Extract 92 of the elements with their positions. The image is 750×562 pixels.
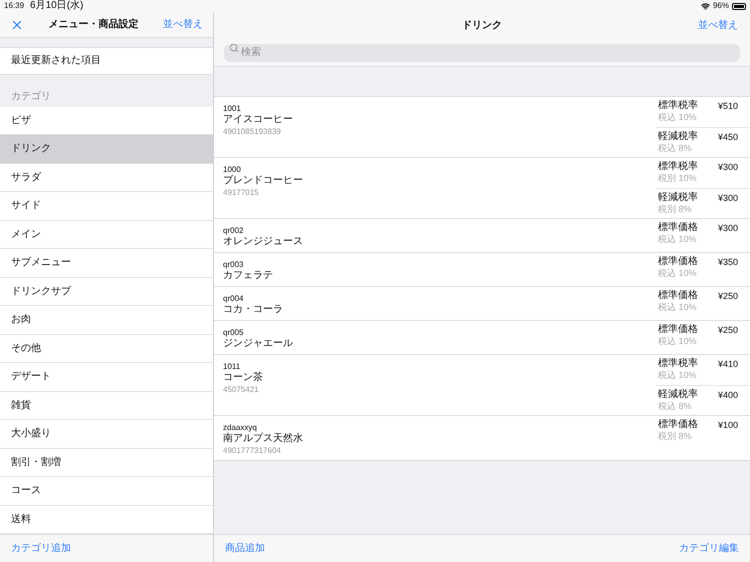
product-code: 1000 xyxy=(223,164,242,174)
tax-note: 税込 8% xyxy=(658,402,692,412)
price: ¥300 xyxy=(718,192,738,205)
recent-items-row[interactable]: 最近更新された項目 xyxy=(0,46,213,74)
product-code: 1011 xyxy=(223,361,242,372)
price: ¥100 xyxy=(718,419,738,432)
battery-percent: 96% xyxy=(712,0,729,12)
price-label: 軽減税率 xyxy=(658,192,698,204)
status-time: 16:39 xyxy=(4,0,24,12)
product-row[interactable]: 1011 コーン茶 45075421 標準税率 税込 10% ¥410 軽減税率 税込 8% ¥400 xyxy=(214,355,750,416)
category-item[interactable]: 雑貨 xyxy=(0,392,213,420)
product-barcode: 45075421 xyxy=(223,384,260,395)
product-name: 南アルプス天然水 xyxy=(223,433,304,445)
category-item[interactable]: サイド xyxy=(0,192,213,220)
product-row[interactable]: 1000 ブレンドコーヒー 49177015 標準税率 税別 10% ¥300 軽減税率 税別 8% ¥300 xyxy=(214,158,750,219)
price-label: 標準税率 xyxy=(658,161,699,173)
product-code: zdaaxxyq xyxy=(223,422,258,432)
tax-note: 税込 10% xyxy=(658,234,697,246)
price: ¥250 xyxy=(718,290,738,303)
tax-note: 税込 10% xyxy=(658,336,697,348)
price: ¥510 xyxy=(718,100,738,113)
tax-note: 税込 10% xyxy=(658,112,697,124)
category-item[interactable]: ドリンク xyxy=(0,135,213,164)
sort-button[interactable]: 並べ替え xyxy=(698,18,738,32)
category-item[interactable]: その他 xyxy=(0,334,213,363)
search-icon xyxy=(229,43,239,53)
price-label: 軽減税率 xyxy=(658,131,698,143)
price: ¥250 xyxy=(718,324,738,337)
wifi-icon xyxy=(700,2,710,10)
category-item[interactable]: ドリンクサブ xyxy=(0,278,213,306)
product-name: コカ・コーラ xyxy=(223,304,284,316)
product-name: コーン茶 xyxy=(223,372,264,384)
product-name: オレンジジュース xyxy=(223,236,304,248)
product-name: ブレンドコーヒー xyxy=(223,175,304,187)
product-name: ジンジャエール xyxy=(223,338,294,350)
category-item[interactable]: メイン xyxy=(0,220,213,249)
price-label: 標準税率 xyxy=(658,358,699,370)
category-item[interactable]: 割引・割増 xyxy=(0,448,213,477)
price: ¥350 xyxy=(718,256,738,269)
product-name: カフェラテ xyxy=(223,270,274,282)
product-row[interactable]: qr003 カフェラテ 標準価格 税込 10% ¥350 xyxy=(214,253,750,287)
category-item[interactable]: ピザ xyxy=(0,106,213,135)
product-barcode: 49177015 xyxy=(223,187,260,198)
product-row[interactable]: 1001 アイスコーヒー 4901085193839 標準税率 税込 10% ¥510 軽減税率 税込 8% ¥450 xyxy=(214,97,750,158)
category-item[interactable]: 大小盛り xyxy=(0,420,213,448)
product-name: アイスコーヒー xyxy=(223,114,294,126)
price: ¥450 xyxy=(718,131,738,144)
add-category-button[interactable]: カテゴリ追加 xyxy=(11,541,71,556)
tax-note: 税込 8% xyxy=(658,144,692,154)
category-item[interactable]: サラダ xyxy=(0,164,213,192)
product-code: qr002 xyxy=(223,225,244,236)
tax-note: 税込 10% xyxy=(658,370,697,382)
product-row[interactable]: qr005 ジンジャエール 標準価格 税込 10% ¥250 xyxy=(214,321,750,355)
section-header: カテゴリ xyxy=(11,90,51,104)
category-item[interactable]: 送料 xyxy=(0,506,213,534)
category-item[interactable]: コース xyxy=(0,477,213,506)
category-item[interactable]: サブメニュー xyxy=(0,249,213,278)
search-field[interactable]: 検索 xyxy=(224,44,740,62)
product-row[interactable]: qr004 コカ・コーラ 標準価格 税込 10% ¥250 xyxy=(214,287,750,321)
price-label: 標準価格 xyxy=(658,222,699,234)
battery-icon xyxy=(732,2,746,10)
status-date: 6月10日(水) xyxy=(30,0,84,12)
tax-note: 税込 10% xyxy=(658,268,697,280)
product-code: 1001 xyxy=(223,103,242,114)
price-label: 標準価格 xyxy=(658,324,699,336)
edit-category-button[interactable]: カテゴリ編集 xyxy=(679,541,739,556)
tax-note: 税込 10% xyxy=(658,302,697,314)
category-item[interactable]: デザート xyxy=(0,363,213,392)
product-code: qr005 xyxy=(223,327,244,338)
add-product-button[interactable]: 商品追加 xyxy=(225,541,265,556)
price: ¥300 xyxy=(718,161,738,174)
product-code: qr004 xyxy=(223,293,244,304)
tax-note: 税別 8% xyxy=(658,432,692,442)
product-row[interactable]: qr002 オレンジジュース 標準価格 税込 10% ¥300 xyxy=(214,219,750,253)
tax-note: 税別 8% xyxy=(658,204,692,216)
price-label: 標準税率 xyxy=(658,100,699,112)
sidebar-title: メニュー・商品設定 xyxy=(48,17,138,32)
sort-button[interactable]: 並べ替え xyxy=(163,17,203,32)
price: ¥400 xyxy=(718,389,738,402)
product-barcode: 4901085193839 xyxy=(223,126,282,137)
tax-note: 税別 10% xyxy=(658,174,697,184)
price-label: 標準価格 xyxy=(658,256,699,268)
product-code: qr003 xyxy=(223,259,244,270)
price: ¥300 xyxy=(718,222,738,235)
category-item[interactable]: お肉 xyxy=(0,306,213,334)
price-label: 標準価格 xyxy=(658,419,698,431)
price-label: 軽減税率 xyxy=(658,389,698,401)
price: ¥410 xyxy=(718,358,738,371)
product-row[interactable]: zdaaxxyq 南アルプス天然水 4901777317604 標準価格 税別 8% ¥100 xyxy=(214,416,750,461)
product-barcode: 4901777317604 xyxy=(223,445,282,456)
page-title: ドリンク xyxy=(462,18,502,32)
price-label: 標準価格 xyxy=(658,290,699,302)
